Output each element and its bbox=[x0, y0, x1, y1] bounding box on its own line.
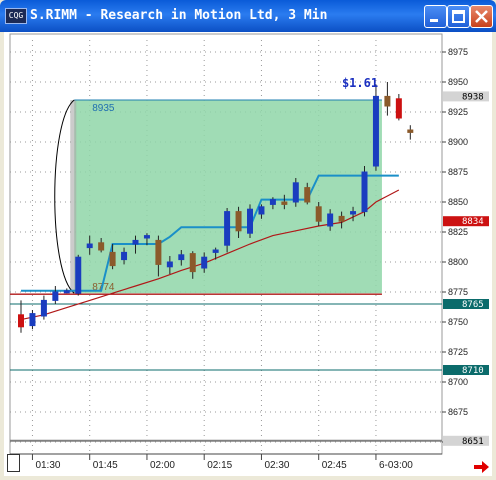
candle-body[interactable] bbox=[121, 251, 128, 261]
maximize-button[interactable] bbox=[447, 5, 470, 28]
candle-body[interactable] bbox=[292, 182, 299, 203]
candle-body[interactable] bbox=[155, 239, 162, 265]
y-tick-label: 8675 bbox=[448, 407, 468, 417]
candle-body[interactable] bbox=[178, 254, 185, 261]
x-tick-label: 01:45 bbox=[93, 460, 118, 471]
chart-area[interactable]: 8975 8950 8925 8900 8875 8850 8825 8800 8775 8750… bbox=[4, 32, 492, 476]
maximize-icon bbox=[452, 10, 465, 23]
candle-body[interactable] bbox=[18, 314, 24, 328]
candle-body[interactable] bbox=[109, 251, 116, 267]
candle-body[interactable] bbox=[29, 313, 36, 327]
app-logo-icon[interactable]: CQG bbox=[5, 8, 27, 24]
y-tick-label: 8825 bbox=[448, 227, 468, 237]
candle-body[interactable] bbox=[201, 256, 208, 269]
x-tick-label: 01:30 bbox=[35, 460, 60, 471]
y-tick-label: 8875 bbox=[448, 167, 468, 177]
price-tag-label: 8710 bbox=[462, 366, 484, 376]
y-tick-label: 8950 bbox=[448, 77, 468, 87]
candle-body[interactable] bbox=[372, 95, 379, 167]
candle-body[interactable] bbox=[327, 213, 334, 227]
y-tick-label: 8800 bbox=[448, 257, 468, 267]
candle-body[interactable] bbox=[361, 171, 368, 213]
x-tick-label: 02:00 bbox=[150, 460, 175, 471]
candle-body[interactable] bbox=[281, 201, 288, 205]
x-tick-label: 02:45 bbox=[322, 460, 347, 471]
candle-body[interactable] bbox=[384, 95, 391, 107]
candle-body[interactable] bbox=[52, 291, 59, 301]
x-tick-label: 6-03:00 bbox=[379, 460, 413, 471]
y-tick-label: 8775 bbox=[448, 287, 468, 297]
price-chart[interactable]: 8975 8950 8925 8900 8875 8850 8825 8800 8775 8750… bbox=[4, 32, 492, 476]
chart-scroll-handle[interactable] bbox=[7, 454, 20, 472]
price-tag-label: 8938 bbox=[462, 92, 484, 102]
candle-body[interactable] bbox=[189, 253, 196, 273]
candle-body[interactable] bbox=[247, 208, 253, 234]
minimize-button[interactable] bbox=[424, 5, 447, 28]
gain-label: $1.61 bbox=[342, 76, 378, 90]
candle-body[interactable] bbox=[407, 129, 414, 133]
y-tick-label: 8700 bbox=[448, 377, 468, 387]
candle-body[interactable] bbox=[350, 211, 357, 215]
candle-body[interactable] bbox=[98, 242, 105, 251]
y-tick-label: 8975 bbox=[448, 47, 468, 57]
candle-body[interactable] bbox=[235, 211, 242, 232]
candle-body[interactable] bbox=[132, 239, 139, 245]
price-tag-label: 8765 bbox=[462, 300, 484, 310]
candle-body[interactable] bbox=[166, 261, 173, 268]
range-box bbox=[74, 100, 382, 294]
window-title: S.RIMM - Research in Motion Ltd, 3 Min bbox=[30, 8, 328, 23]
candle-body[interactable] bbox=[269, 199, 276, 205]
y-tick-label: 8725 bbox=[448, 347, 468, 357]
x-tick-label: 02:15 bbox=[207, 460, 232, 471]
close-button[interactable] bbox=[470, 5, 493, 28]
candle-body[interactable] bbox=[338, 215, 345, 222]
scroll-right-arrow-icon[interactable] bbox=[474, 460, 490, 474]
price-tag-label: 8651 bbox=[462, 437, 484, 447]
candle-body[interactable] bbox=[304, 187, 311, 203]
y-tick-label: 8900 bbox=[448, 137, 468, 147]
close-icon bbox=[475, 10, 488, 23]
title-bar[interactable]: CQG S.RIMM - Research in Motion Ltd, 3 M… bbox=[0, 0, 496, 32]
minimize-icon bbox=[430, 19, 438, 22]
chart-window: CQG S.RIMM - Research in Motion Ltd, 3 M… bbox=[0, 0, 496, 480]
candle-body[interactable] bbox=[86, 243, 93, 249]
candle-body[interactable] bbox=[258, 206, 265, 215]
y-tick-label: 8925 bbox=[448, 107, 468, 117]
candle-body[interactable] bbox=[143, 235, 150, 239]
candle-body[interactable] bbox=[75, 256, 82, 294]
y-tick-label: 8850 bbox=[448, 197, 468, 207]
box-high-label: 8935 bbox=[92, 103, 115, 114]
candle-body[interactable] bbox=[395, 98, 402, 119]
candle-body[interactable] bbox=[40, 299, 47, 317]
candle-body[interactable] bbox=[63, 290, 70, 294]
x-tick-label: 02:30 bbox=[264, 460, 289, 471]
price-tag-label: 8834 bbox=[462, 217, 484, 227]
candle-body[interactable] bbox=[315, 206, 322, 222]
candle-body[interactable] bbox=[212, 249, 219, 253]
candle-body[interactable] bbox=[224, 211, 231, 246]
y-tick-label: 8750 bbox=[448, 317, 468, 327]
